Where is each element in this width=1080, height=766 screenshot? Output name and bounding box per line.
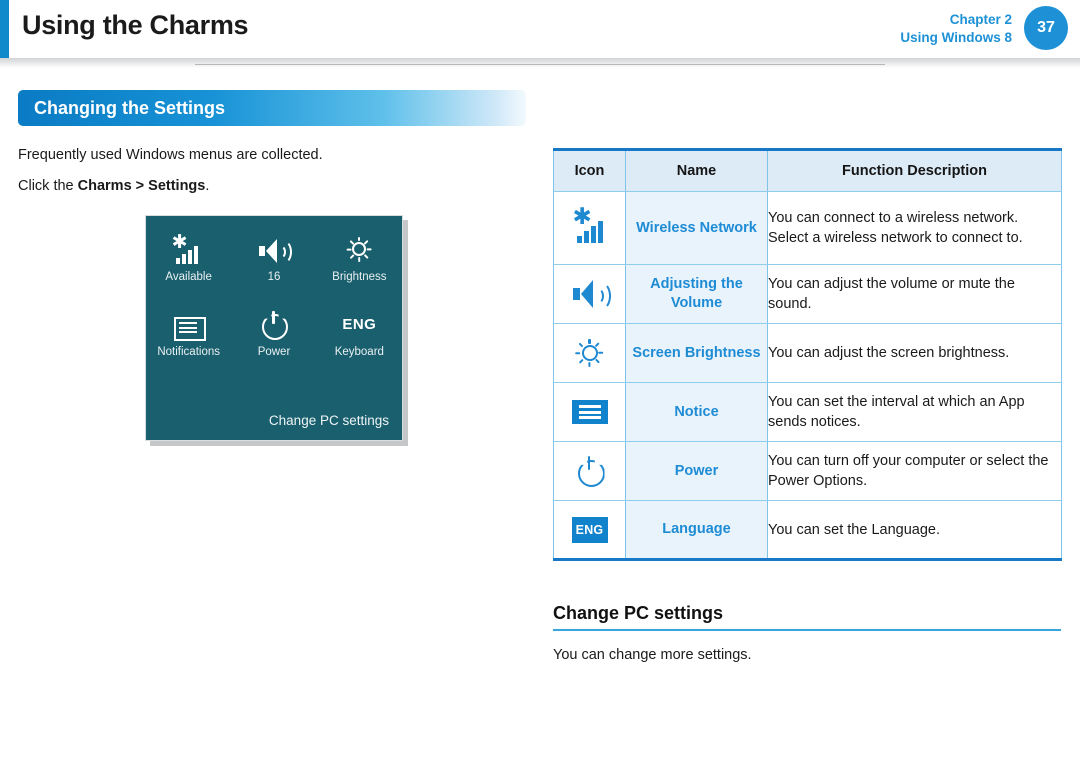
charms-icon-grid: ✱ Available 16 Brightness Notifications … bbox=[146, 230, 402, 359]
section-heading-title: Changing the Settings bbox=[34, 97, 225, 118]
row-description-cell: You can set the interval at which an App… bbox=[767, 382, 1062, 442]
row-name-cell: Notice bbox=[625, 382, 768, 442]
page-title: Using the Charms bbox=[22, 10, 249, 40]
chapter-label: Chapter 2 bbox=[949, 12, 1012, 27]
chapter-info: Chapter 2 Using Windows 8 bbox=[900, 11, 1012, 47]
charm-label: Available bbox=[165, 271, 212, 283]
eng-badge-text: ENG bbox=[342, 316, 377, 333]
instruction-paragraph: Click the Charms > Settings. bbox=[18, 175, 526, 197]
row-name-cell: Power bbox=[625, 441, 768, 501]
row-icon-cell bbox=[553, 323, 626, 383]
row-icon-cell bbox=[553, 264, 626, 324]
column-header-description: Function Description bbox=[767, 148, 1062, 192]
column-header-name: Name bbox=[625, 148, 768, 192]
charms-settings-panel: ✱ Available 16 Brightness Notifications … bbox=[145, 215, 403, 441]
sun-ray bbox=[588, 339, 591, 344]
sun-ray bbox=[578, 358, 584, 364]
sub-section-body: You can change more settings. bbox=[553, 647, 752, 663]
notifications-icon bbox=[173, 305, 206, 341]
charm-item-brightness[interactable]: Brightness bbox=[317, 230, 402, 283]
charm-item-available[interactable]: ✱ Available bbox=[146, 230, 231, 284]
sun-ray bbox=[358, 256, 361, 262]
notifications-icon bbox=[554, 400, 625, 424]
brightness-sun-icon bbox=[344, 230, 374, 264]
instruction-suffix: . bbox=[205, 178, 210, 195]
sub-section-rule bbox=[553, 629, 1061, 631]
header-accent-bar bbox=[0, 0, 9, 58]
sun-ray bbox=[588, 362, 591, 367]
table-row: ✱ Wireless Network You can connect to a … bbox=[553, 191, 1062, 265]
row-description-cell: You can adjust the volume or mute the so… bbox=[767, 264, 1062, 324]
brightness-sun-icon bbox=[554, 336, 625, 370]
power-icon bbox=[554, 455, 625, 487]
sun-ray bbox=[346, 247, 352, 251]
charm-label: Power bbox=[257, 346, 291, 358]
charm-item-volume[interactable]: 16 bbox=[231, 230, 316, 283]
change-pc-settings-link[interactable]: Change PC settings bbox=[269, 413, 389, 428]
page-number-badge: 37 bbox=[1024, 6, 1068, 50]
sun-ray bbox=[595, 358, 601, 364]
right-column: Icon Name Function Description ✱ Wireles… bbox=[553, 148, 1062, 561]
table-row: Screen Brightness You can adjust the scr… bbox=[553, 323, 1062, 383]
sun-ray bbox=[349, 239, 355, 245]
instruction-prefix: Click the bbox=[18, 178, 78, 195]
intro-paragraph: Frequently used Windows menus are collec… bbox=[18, 147, 323, 163]
left-column: Changing the Settings Frequently used Wi… bbox=[18, 90, 526, 446]
charm-item-keyboard[interactable]: ENG Keyboard bbox=[317, 305, 402, 358]
row-name-cell: Language bbox=[625, 500, 768, 561]
table-row: ENG Language You can set the Language. bbox=[553, 500, 1062, 561]
column-header-icon: Icon bbox=[553, 148, 626, 192]
charm-label: 16 bbox=[267, 271, 281, 283]
function-description-table: Icon Name Function Description ✱ Wireles… bbox=[553, 148, 1062, 561]
table-row: Adjusting the Volume You can adjust the … bbox=[553, 264, 1062, 324]
sun-ray bbox=[364, 239, 369, 245]
sub-section-title: Change PC settings bbox=[553, 603, 724, 623]
sun-ray bbox=[595, 342, 601, 348]
wireless-signal-icon: ✱ bbox=[554, 206, 625, 243]
section-heading-bar: Changing the Settings bbox=[18, 90, 526, 126]
speaker-volume-icon bbox=[258, 230, 292, 264]
table-row: Power You can turn off your computer or … bbox=[553, 441, 1062, 501]
row-icon-cell: ENG bbox=[553, 500, 626, 561]
wireless-signal-icon: ✱ bbox=[172, 230, 204, 264]
charm-label: Keyboard bbox=[334, 346, 384, 358]
page-header: Using the Charms Chapter 2 Using Windows… bbox=[0, 0, 1080, 58]
row-description-cell: You can turn off your computer or select… bbox=[767, 441, 1062, 501]
row-name-cell: Adjusting the Volume bbox=[625, 264, 768, 324]
row-description-cell: You can adjust the screen brightness. bbox=[767, 323, 1062, 383]
left-body-text: Frequently used Windows menus are collec… bbox=[18, 144, 526, 198]
instruction-bold: Charms > Settings bbox=[77, 178, 206, 195]
sun-ray bbox=[349, 253, 355, 259]
sun-ray bbox=[358, 236, 361, 242]
row-icon-cell bbox=[553, 382, 626, 442]
row-icon-cell bbox=[553, 441, 626, 501]
charm-item-power[interactable]: Power bbox=[231, 305, 316, 358]
charm-label: Notifications bbox=[157, 346, 220, 358]
charm-label: Brightness bbox=[332, 271, 387, 283]
chapter-subject: Using Windows 8 bbox=[900, 29, 1012, 45]
table-header-row: Icon Name Function Description bbox=[553, 148, 1062, 192]
charm-item-notifications[interactable]: Notifications bbox=[146, 305, 231, 358]
row-name-cell: Wireless Network bbox=[625, 191, 768, 265]
row-description-cell: You can set the Language. bbox=[767, 500, 1062, 561]
power-icon bbox=[260, 305, 288, 340]
header-divider bbox=[0, 58, 1080, 68]
sun-ray bbox=[367, 247, 372, 251]
row-icon-cell: ✱ bbox=[553, 191, 626, 265]
row-name-cell: Screen Brightness bbox=[625, 323, 768, 383]
keyboard-language-icon: ENG bbox=[342, 305, 376, 339]
eng-badge-text: ENG bbox=[571, 516, 608, 543]
sun-ray bbox=[575, 351, 581, 355]
language-eng-icon: ENG bbox=[554, 516, 625, 543]
sun-ray bbox=[598, 351, 604, 355]
row-description-cell: You can connect to a wireless network. S… bbox=[767, 191, 1062, 265]
change-pc-settings-section: Change PC settings You can change more s… bbox=[553, 603, 1061, 663]
charms-settings-screenshot: ✱ Available 16 Brightness Notifications … bbox=[145, 215, 408, 446]
sun-ray bbox=[364, 253, 369, 259]
table-row: Notice You can set the interval at which… bbox=[553, 382, 1062, 442]
speaker-volume-icon bbox=[554, 279, 625, 310]
